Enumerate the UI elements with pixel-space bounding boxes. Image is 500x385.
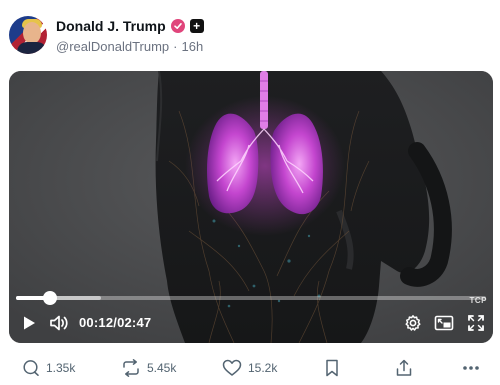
play-button[interactable] xyxy=(18,312,40,334)
like-button[interactable]: 15.2k xyxy=(222,355,277,381)
meta-separator: · xyxy=(173,39,178,54)
post-action-bar: 1.35k 5.45k 15.2k xyxy=(0,355,500,383)
repost-button[interactable]: 5.45k xyxy=(121,355,176,381)
video-controls: 00:12/02:47 xyxy=(9,309,493,337)
author-handle[interactable]: @realDonaldTrump xyxy=(56,39,169,54)
repost-icon xyxy=(123,359,139,377)
bookmark-icon xyxy=(326,359,338,377)
video-time: 00:12/02:47 xyxy=(79,315,151,330)
share-button[interactable] xyxy=(395,355,413,381)
author-name-row: Donald J. Trump + xyxy=(56,17,204,35)
video-duration: 02:47 xyxy=(117,315,152,330)
reply-button[interactable]: 1.35k xyxy=(22,355,75,381)
heart-icon xyxy=(222,359,242,376)
reply-icon xyxy=(23,360,39,376)
video-scrubber-handle[interactable] xyxy=(42,291,57,305)
gear-icon xyxy=(405,315,421,331)
fullscreen-icon xyxy=(468,315,484,331)
reply-count: 1.35k xyxy=(46,361,76,375)
video-frame xyxy=(9,71,493,343)
video-current-time: 00:12 xyxy=(79,315,114,330)
author-display-name[interactable]: Donald J. Trump xyxy=(56,18,166,34)
follow-plus-icon[interactable]: + xyxy=(189,19,204,33)
volume-icon xyxy=(50,315,68,331)
bookmark-button[interactable] xyxy=(324,355,340,381)
avatar[interactable] xyxy=(9,16,47,54)
post-header: Donald J. Trump + @realDonaldTrump · 16h xyxy=(9,14,491,58)
fullscreen-button[interactable] xyxy=(465,312,487,334)
video-progress-bar[interactable] xyxy=(16,291,486,305)
repost-count: 5.45k xyxy=(147,361,177,375)
verified-check-icon xyxy=(170,19,185,33)
author-meta: @realDonaldTrump · 16h xyxy=(56,39,203,54)
more-icon xyxy=(463,366,479,370)
more-options-button[interactable] xyxy=(462,355,480,381)
video-player[interactable]: TCP 00:12/02:47 xyxy=(9,71,493,343)
settings-button[interactable] xyxy=(402,312,424,334)
share-icon xyxy=(396,359,412,376)
picture-in-picture-button[interactable] xyxy=(433,312,455,334)
post-timestamp[interactable]: 16h xyxy=(182,39,204,54)
picture-in-picture-icon xyxy=(434,315,454,331)
volume-button[interactable] xyxy=(48,312,70,334)
play-icon xyxy=(24,316,35,330)
like-count: 15.2k xyxy=(248,361,278,375)
